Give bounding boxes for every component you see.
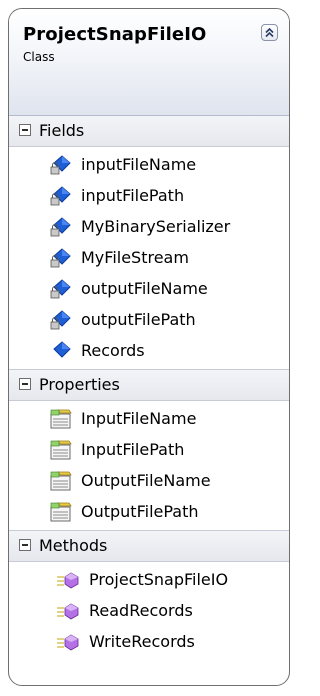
field-item[interactable]: outputFilePath xyxy=(9,305,289,336)
field-item[interactable]: Records xyxy=(9,336,289,367)
double-chevron-up-icon xyxy=(265,27,274,38)
field-item[interactable]: inputFileName xyxy=(9,150,289,181)
method-item[interactable]: ProjectSnapFileIO xyxy=(9,565,289,596)
properties-collapse-toggle[interactable] xyxy=(19,378,31,390)
fields-compartment-header[interactable]: Fields xyxy=(9,116,289,147)
property-label: OutputFileName xyxy=(81,471,211,490)
method-item[interactable]: WriteRecords xyxy=(9,627,289,658)
field-item[interactable]: inputFilePath xyxy=(9,181,289,212)
property-label: InputFilePath xyxy=(81,440,185,459)
field-label: MyBinarySerializer xyxy=(81,217,231,236)
fields-collapse-toggle[interactable] xyxy=(19,124,31,136)
fields-title: Fields xyxy=(39,121,85,140)
class-shape[interactable]: ProjectSnapFileIO Class Fields inputFile… xyxy=(8,8,290,686)
property-icon xyxy=(50,471,72,491)
class-name: ProjectSnapFileIO xyxy=(23,24,207,45)
collapse-button[interactable] xyxy=(261,24,278,41)
properties-list: InputFileName InputFilePath OutputFileNa… xyxy=(9,401,289,530)
field-label: MyFileStream xyxy=(81,248,189,267)
property-label: InputFileName xyxy=(81,409,197,428)
class-header[interactable]: ProjectSnapFileIO Class xyxy=(9,9,289,116)
method-icon xyxy=(57,603,79,620)
field-label: Records xyxy=(81,341,145,360)
private-field-icon xyxy=(50,186,71,206)
private-field-icon xyxy=(50,279,71,299)
method-label: WriteRecords xyxy=(89,632,195,651)
property-icon xyxy=(50,440,72,460)
field-label: outputFilePath xyxy=(81,310,196,329)
private-field-icon xyxy=(50,248,71,268)
method-icon xyxy=(57,634,79,651)
fields-list: inputFileName inputFilePath MyBinarySeri… xyxy=(9,147,289,369)
field-item[interactable]: outputFileName xyxy=(9,274,289,305)
field-label: outputFileName xyxy=(81,279,208,298)
properties-title: Properties xyxy=(39,375,120,394)
field-label: inputFileName xyxy=(81,155,197,174)
property-item[interactable]: OutputFilePath xyxy=(9,497,289,528)
methods-collapse-toggle[interactable] xyxy=(19,539,31,551)
field-item[interactable]: MyBinarySerializer xyxy=(9,212,289,243)
property-item[interactable]: InputFilePath xyxy=(9,435,289,466)
properties-compartment-header[interactable]: Properties xyxy=(9,369,289,401)
method-icon xyxy=(57,572,79,589)
public-field-icon xyxy=(53,341,71,358)
methods-list: ProjectSnapFileIO ReadRecords WriteRecor… xyxy=(9,562,289,660)
property-icon xyxy=(50,409,72,429)
method-item[interactable]: ReadRecords xyxy=(9,596,289,627)
private-field-icon xyxy=(50,217,71,237)
private-field-icon xyxy=(50,310,71,330)
property-item[interactable]: OutputFileName xyxy=(9,466,289,497)
class-stereotype: Class xyxy=(23,50,55,64)
methods-compartment-header[interactable]: Methods xyxy=(9,530,289,562)
field-item[interactable]: MyFileStream xyxy=(9,243,289,274)
method-label: ReadRecords xyxy=(89,601,193,620)
methods-title: Methods xyxy=(39,536,108,555)
property-label: OutputFilePath xyxy=(81,502,199,521)
property-item[interactable]: InputFileName xyxy=(9,404,289,435)
method-label: ProjectSnapFileIO xyxy=(89,570,229,589)
private-field-icon xyxy=(50,155,71,175)
field-label: inputFilePath xyxy=(81,186,185,205)
property-icon xyxy=(50,502,72,522)
